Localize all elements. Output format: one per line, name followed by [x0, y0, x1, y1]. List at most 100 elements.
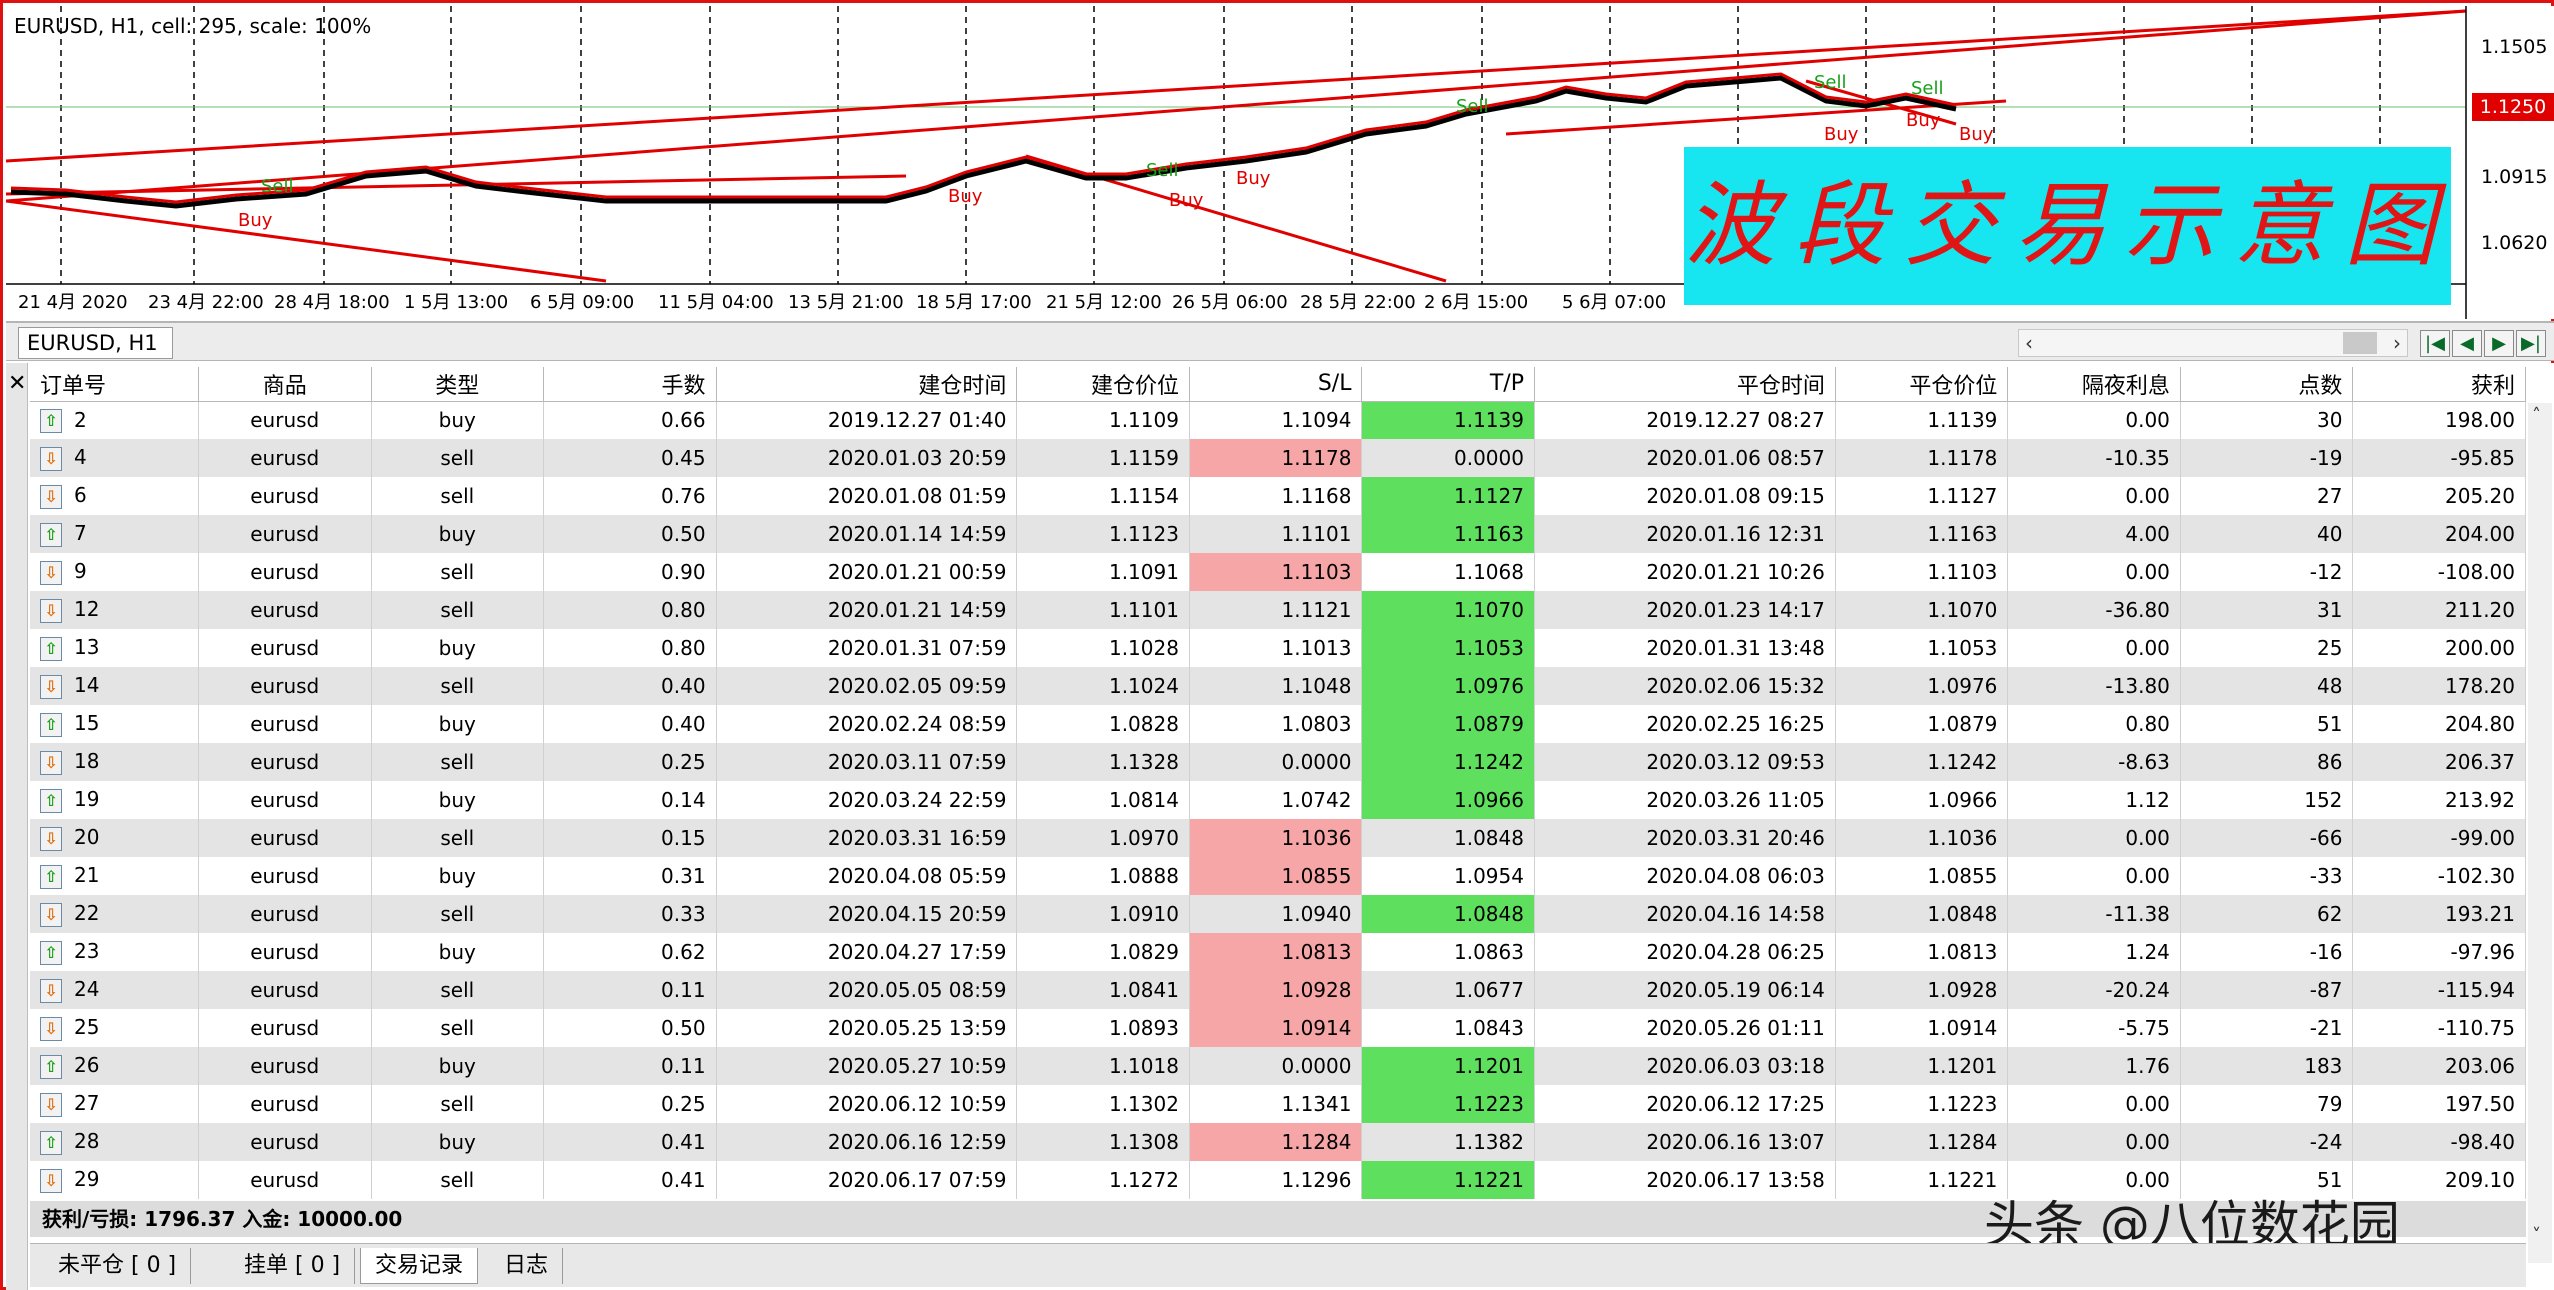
cell-sl: 1.0803	[1189, 705, 1363, 743]
price-chart[interactable]: Buy Sell Buy Buy Sell Buy Sell Sell Buy …	[6, 6, 2554, 319]
cell-open-price: 1.1028	[1016, 629, 1190, 667]
col-header-lots[interactable]: 手数	[543, 367, 717, 402]
table-row[interactable]: ⇩ 9 eurusd sell 0.90 2020.01.21 00:59 1.1091 1.…	[30, 553, 2526, 591]
cell-open-time: 2020.05.27 10:59	[716, 1047, 1018, 1085]
table-row[interactable]: ⇩ 27 eurusd sell 0.25 2020.06.12 10:59 1.1302 1…	[30, 1085, 2526, 1123]
cell-open-price: 1.0970	[1016, 819, 1190, 857]
cell-swap: 0.00	[2007, 401, 2181, 439]
col-header-symbol[interactable]: 商品	[198, 367, 372, 402]
table-row[interactable]: ⇩ 20 eurusd sell 0.15 2020.03.31 16:59 1.0970 1…	[30, 819, 2526, 857]
table-row[interactable]: ⇧ 7 eurusd buy 0.50 2020.01.14 14:59 1.1123 1.1…	[30, 515, 2526, 553]
buy-marker: Buy	[948, 186, 983, 207]
tab-open-positions[interactable]: 未平仓 [ 0 ]	[44, 1248, 192, 1284]
scroll-right-icon[interactable]: ›	[2393, 330, 2401, 356]
table-row[interactable]: ⇩ 25 eurusd sell 0.50 2020.05.25 13:59 1.0893 1…	[30, 1009, 2526, 1047]
cell-swap: 0.00	[2007, 819, 2181, 857]
scroll-down-icon[interactable]: ˅	[2532, 1225, 2541, 1246]
col-header-close-time[interactable]: 平仓时间	[1534, 367, 1836, 402]
col-header-close-price[interactable]: 平仓价位	[1835, 367, 2009, 402]
table-row[interactable]: ⇧ 13 eurusd buy 0.80 2020.01.31 07:59 1.1028 1.…	[30, 629, 2526, 667]
table-row[interactable]: ⇧ 19 eurusd buy 0.14 2020.03.24 22:59 1.0814 1.…	[30, 781, 2526, 819]
close-icon[interactable]: ✕	[8, 371, 26, 396]
chart-tab-eurusd[interactable]: EURUSD, H1	[18, 327, 173, 359]
cell-tp: 1.0879	[1361, 705, 1535, 743]
chart-horizontal-scrollbar[interactable]: ‹ ›	[2018, 329, 2408, 357]
scroll-next-icon[interactable]: ▶	[2484, 330, 2514, 357]
table-row[interactable]: ⇩ 6 eurusd sell 0.76 2020.01.08 01:59 1.1154 1.…	[30, 477, 2526, 515]
buy-arrow-icon: ⇧	[40, 864, 62, 889]
cell-symbol: eurusd	[198, 819, 372, 857]
tab-trade-history[interactable]: 交易记录	[360, 1248, 479, 1284]
order-number: 2	[74, 407, 87, 432]
col-header-open-price[interactable]: 建仓价位	[1016, 367, 1190, 402]
col-header-points[interactable]: 点数	[2180, 367, 2354, 402]
table-row[interactable]: ⇧ 21 eurusd buy 0.31 2020.04.08 05:59 1.0888 1.…	[30, 857, 2526, 895]
cell-order: ⇩ 20	[30, 819, 199, 857]
buy-arrow-icon: ⇧	[40, 940, 62, 965]
terminal-panel: ✕ 订单号 商品 类型 手数 建仓时间 建仓价位 S/L T/P 平仓时间 平仓…	[6, 363, 2554, 1290]
chart-tab-strip: EURUSD, H1 ‹ › |◀ ◀ ▶ ▶|	[6, 321, 2554, 361]
cell-open-time: 2020.02.05 09:59	[716, 667, 1018, 705]
col-header-sl[interactable]: S/L	[1189, 367, 1363, 402]
cell-points: -66	[2180, 819, 2354, 857]
cell-swap: -36.80	[2007, 591, 2181, 629]
cell-open-time: 2020.01.08 01:59	[716, 477, 1018, 515]
col-header-tp[interactable]: T/P	[1361, 367, 1535, 402]
cell-lots: 0.41	[543, 1161, 717, 1199]
table-vertical-scrollbar[interactable]	[2528, 403, 2552, 1263]
scroll-left-icon[interactable]: ‹	[2025, 330, 2033, 356]
cell-order: ⇩ 14	[30, 667, 199, 705]
col-header-open-time[interactable]: 建仓时间	[716, 367, 1018, 402]
table-row[interactable]: ⇧ 23 eurusd buy 0.62 2020.04.27 17:59 1.0829 1.…	[30, 933, 2526, 971]
cell-symbol: eurusd	[198, 781, 372, 819]
cell-close-time: 2020.01.08 09:15	[1534, 477, 1836, 515]
col-header-order[interactable]: 订单号	[30, 367, 199, 402]
buy-arrow-icon: ⇧	[40, 712, 62, 737]
table-row[interactable]: ⇩ 22 eurusd sell 0.33 2020.04.15 20:59 1.0910 1…	[30, 895, 2526, 933]
table-row[interactable]: ⇩ 4 eurusd sell 0.45 2020.01.03 20:59 1.1159 1.…	[30, 439, 2526, 477]
cell-lots: 0.40	[543, 705, 717, 743]
table-row[interactable]: ⇧ 15 eurusd buy 0.40 2020.02.24 08:59 1.0828 1.…	[30, 705, 2526, 743]
cell-open-time: 2020.01.21 00:59	[716, 553, 1018, 591]
cell-type: buy	[371, 933, 545, 971]
cell-order: ⇧ 21	[30, 857, 199, 895]
table-row[interactable]: ⇩ 12 eurusd sell 0.80 2020.01.21 14:59 1.1101 1…	[30, 591, 2526, 629]
cell-close-time: 2020.01.21 10:26	[1534, 553, 1836, 591]
cell-tp: 1.1382	[1361, 1123, 1535, 1161]
cell-swap: 0.00	[2007, 477, 2181, 515]
scroll-last-icon[interactable]: ▶|	[2516, 330, 2546, 357]
cell-open-time: 2020.06.12 10:59	[716, 1085, 1018, 1123]
cell-sl: 1.0813	[1189, 933, 1363, 971]
cell-tp: 1.0966	[1361, 781, 1535, 819]
table-row[interactable]: ⇧ 2 eurusd buy 0.66 2019.12.27 01:40 1.1109 1.1…	[30, 401, 2526, 439]
scroll-prev-icon[interactable]: ◀	[2452, 330, 2482, 357]
table-row[interactable]: ⇩ 18 eurusd sell 0.25 2020.03.11 07:59 1.1328 0…	[30, 743, 2526, 781]
tab-journal[interactable]: 日志	[490, 1248, 564, 1284]
cell-type: sell	[371, 1161, 545, 1199]
col-header-swap[interactable]: 隔夜利息	[2007, 367, 2181, 402]
table-row[interactable]: ⇩ 24 eurusd sell 0.11 2020.05.05 08:59 1.0841 1…	[30, 971, 2526, 1009]
scroll-first-icon[interactable]: |◀	[2420, 330, 2450, 357]
time-axis-label: 21 5月 12:00	[1046, 292, 1162, 313]
cell-symbol: eurusd	[198, 477, 372, 515]
cell-tp: 1.0677	[1361, 971, 1535, 1009]
cell-profit: 206.37	[2352, 743, 2526, 781]
cell-open-time: 2020.04.27 17:59	[716, 933, 1018, 971]
tab-pending-orders[interactable]: 挂单 [ 0 ]	[230, 1248, 356, 1284]
buy-marker: Buy	[1824, 124, 1859, 145]
scroll-up-icon[interactable]: ˄	[2532, 405, 2541, 426]
time-axis-label: 6 5月 09:00	[530, 292, 635, 313]
cell-open-time: 2020.05.25 13:59	[716, 1009, 1018, 1047]
table-row[interactable]: ⇩ 14 eurusd sell 0.40 2020.02.05 09:59 1.1024 1…	[30, 667, 2526, 705]
table-row[interactable]: ⇧ 28 eurusd buy 0.41 2020.06.16 12:59 1.1308 1.…	[30, 1123, 2526, 1161]
cell-close-price: 1.1163	[1835, 515, 2009, 553]
col-header-type[interactable]: 类型	[371, 367, 545, 402]
cell-close-price: 1.1178	[1835, 439, 2009, 477]
col-header-profit[interactable]: 获利	[2352, 367, 2526, 402]
scroll-thumb[interactable]	[2343, 332, 2377, 354]
cell-type: buy	[371, 629, 545, 667]
order-number: 29	[74, 1167, 100, 1192]
table-row[interactable]: ⇧ 26 eurusd buy 0.11 2020.05.27 10:59 1.1018 0.…	[30, 1047, 2526, 1085]
cell-profit: -99.00	[2352, 819, 2526, 857]
cell-open-price: 1.1109	[1016, 401, 1190, 439]
